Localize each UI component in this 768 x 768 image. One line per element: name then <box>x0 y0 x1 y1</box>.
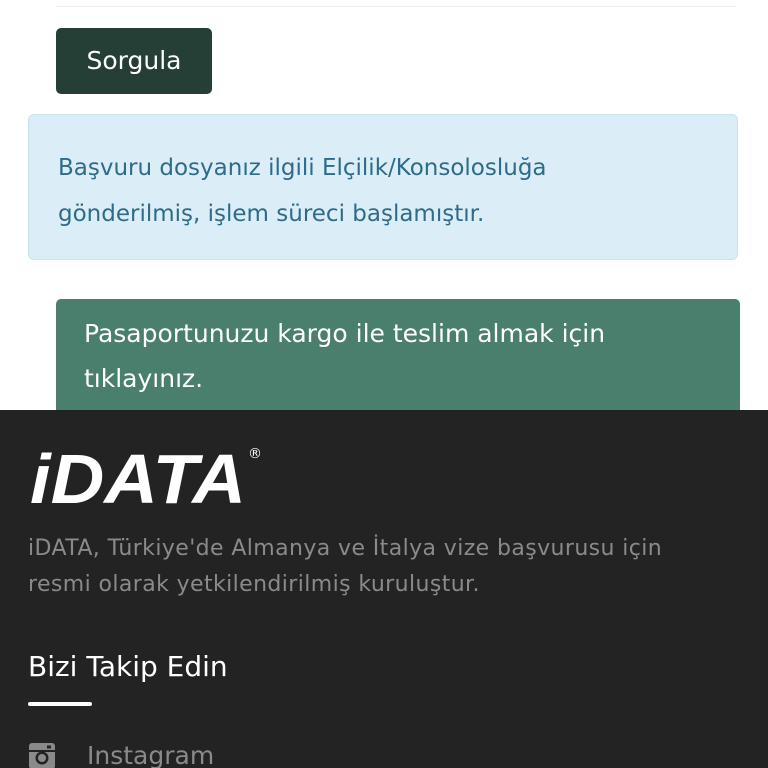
application-status-alert: Başvuru dosyanız ilgili Elçilik/Konsolos… <box>28 114 738 260</box>
heading-underline <box>28 702 92 706</box>
instagram-label: Instagram <box>87 741 215 768</box>
page: Sorgula Başvuru dosyanız ilgili Elçilik/… <box>0 0 768 768</box>
idata-logo: iDATA iDATA ® <box>30 442 262 508</box>
follow-us-heading: Bizi Takip Edin <box>28 650 228 683</box>
cargo-link-line-2: tıklayınız. <box>84 364 204 393</box>
cargo-link-line-1: Pasaportunuzu kargo ile teslim almak içi… <box>84 319 606 348</box>
query-button[interactable]: Sorgula <box>56 28 212 94</box>
status-alert-line-2: gönderilmiş, işlem süreci başlamıştır. <box>58 201 485 227</box>
cargo-delivery-link[interactable]: Pasaportunuzu kargo ile teslim almak içi… <box>56 299 740 410</box>
footer-description-line-2: resmi olarak yetkilendirilmiş kuruluştur… <box>28 572 480 597</box>
footer-description: iDATA, Türkiye'de Almanya ve İtalya vize… <box>28 531 748 603</box>
status-alert-line-1: Başvuru dosyanız ilgili Elçilik/Konsolos… <box>58 155 547 181</box>
footer-description-line-1: iDATA, Türkiye'de Almanya ve İtalya vize… <box>28 536 663 561</box>
instagram-icon <box>29 743 55 768</box>
social-link-instagram[interactable]: Instagram <box>28 736 214 768</box>
registered-mark: ® <box>248 446 262 462</box>
logo-wordmark: iDATA <box>30 442 246 508</box>
form-bottom-edge <box>56 0 736 7</box>
